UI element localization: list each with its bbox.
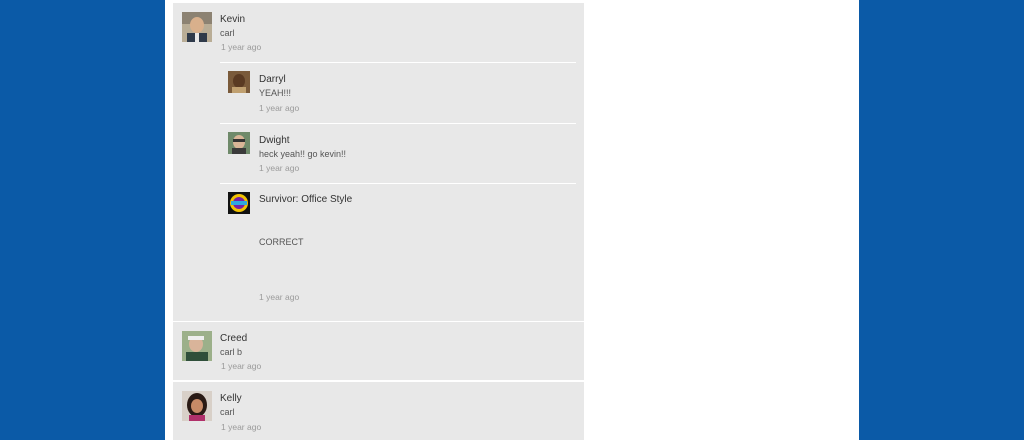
- comment-author[interactable]: Creed: [220, 333, 247, 344]
- reply-author[interactable]: Darryl: [259, 74, 286, 85]
- comment-text: carl: [220, 407, 235, 417]
- reply-time[interactable]: 1 year ago: [259, 292, 299, 302]
- comment-thread: Kelly carl 1 year ago: [173, 382, 584, 440]
- reply-text: CORRECT: [259, 237, 304, 247]
- comment-author[interactable]: Kevin: [220, 14, 245, 25]
- divider: [220, 123, 576, 124]
- comment-text: carl: [220, 28, 235, 38]
- divider: [220, 183, 576, 184]
- comment-time[interactable]: 1 year ago: [221, 361, 261, 371]
- kevin-avatar-icon[interactable]: [182, 12, 212, 42]
- comment-author[interactable]: Kelly: [220, 393, 242, 404]
- reply-time[interactable]: 1 year ago: [259, 163, 299, 173]
- darryl-avatar-icon[interactable]: [228, 71, 250, 93]
- comment-time[interactable]: 1 year ago: [221, 42, 261, 52]
- divider: [220, 62, 576, 63]
- page-content: Kevin carl 1 year ago Darryl YEAH!!! 1 y…: [165, 0, 859, 440]
- comment-thread: Kevin carl 1 year ago Darryl YEAH!!! 1 y…: [173, 0, 584, 321]
- comment-text: carl b: [220, 347, 243, 357]
- reply-text: YEAH!!!: [259, 88, 292, 98]
- dwight-avatar-icon[interactable]: [228, 132, 250, 154]
- comment-feed: Kevin carl 1 year ago Darryl YEAH!!! 1 y…: [173, 0, 584, 440]
- reply-author[interactable]: Survivor: Office Style: [259, 194, 352, 205]
- survivor-logo-icon[interactable]: [228, 192, 250, 214]
- reply-text: heck yeah!! go kevin!!: [259, 149, 347, 159]
- reply-author[interactable]: Dwight: [259, 135, 290, 146]
- kelly-avatar-icon[interactable]: [182, 391, 212, 421]
- creed-avatar-icon[interactable]: [182, 331, 212, 361]
- reply-time[interactable]: 1 year ago: [259, 103, 299, 113]
- comment-time[interactable]: 1 year ago: [221, 422, 261, 432]
- comment-thread: Creed carl b 1 year ago: [173, 322, 584, 380]
